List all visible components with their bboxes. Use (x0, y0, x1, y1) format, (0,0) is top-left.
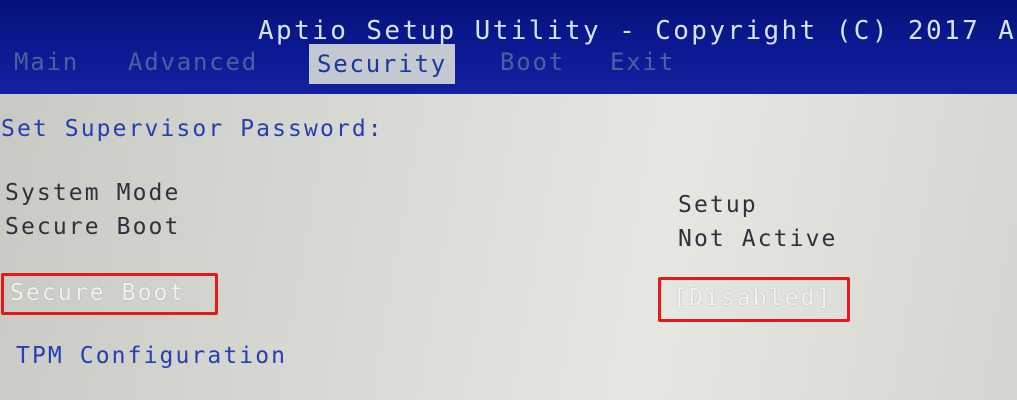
tab-exit[interactable]: Exit (610, 48, 675, 76)
secure-boot-status-value: Not Active (678, 226, 838, 252)
system-mode-label: System Mode (5, 180, 181, 206)
tab-boot[interactable]: Boot (500, 48, 565, 76)
bios-screen: Aptio Setup Utility - Copyright (C) 2017… (0, 0, 1017, 400)
tab-advanced[interactable]: Advanced (128, 48, 258, 76)
tab-bar: Main Advanced Security Boot Exit (0, 44, 1017, 86)
tpm-configuration-link[interactable]: TPM Configuration (16, 343, 287, 369)
supervisor-password-setting[interactable]: Set Supervisor Password: (1, 116, 384, 142)
secure-boot-option-label[interactable]: Secure Boot (10, 280, 185, 306)
secure-boot-status-label: Secure Boot (5, 214, 181, 240)
system-mode-value: Setup (678, 192, 758, 218)
tab-security[interactable]: Security (309, 44, 455, 84)
security-content: Set Supervisor Password: System Mode Set… (0, 94, 1017, 400)
title-bar: Aptio Setup Utility - Copyright (C) 2017… (0, 0, 1017, 94)
window-title: Aptio Setup Utility - Copyright (C) 2017… (258, 16, 1017, 46)
tab-main[interactable]: Main (14, 48, 79, 76)
secure-boot-option-value[interactable]: [Disabled] (673, 285, 832, 311)
